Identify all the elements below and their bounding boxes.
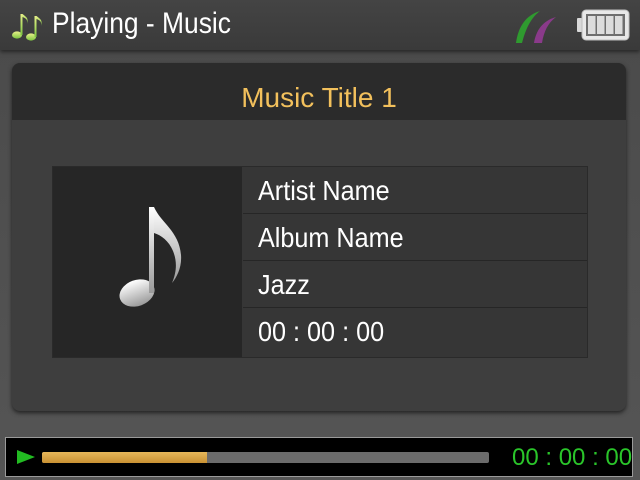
battery-full-icon (577, 9, 630, 41)
playback-bar: 00 : 00 : 00 (5, 437, 633, 477)
page-title: Playing - Music (52, 7, 231, 40)
elapsed-time: 00 : 00 : 00 (512, 444, 633, 471)
artist-name: Artist Name (258, 175, 390, 206)
track-details: Artist Name Album Name Jazz 00 : 00 : 00 (243, 167, 587, 357)
genre: Jazz (258, 269, 310, 300)
album-name: Album Name (258, 222, 404, 253)
track-duration: 00 : 00 : 00 (258, 316, 385, 347)
album-row: Album Name (243, 214, 587, 261)
progress-fill (42, 452, 208, 463)
genre-row: Jazz (243, 261, 587, 308)
header-bar: Playing - Music (0, 0, 640, 50)
track-info-block: Artist Name Album Name Jazz 00 : 00 : 00 (52, 166, 588, 358)
track-title: Music Title 1 (241, 82, 397, 113)
album-art (53, 167, 242, 357)
artist-row: Artist Name (243, 167, 587, 214)
music-note-icon (119, 207, 182, 307)
duration-row: 00 : 00 : 00 (243, 308, 587, 357)
track-title-bar: Music Title 1 (12, 63, 626, 120)
now-playing-panel: Music Title 1 Artist Name Album Name Jaz… (12, 63, 626, 411)
music-notes-icon (12, 14, 42, 41)
progress-bar[interactable] (42, 452, 489, 463)
brand-leaf-icon (516, 11, 556, 43)
play-icon[interactable] (16, 450, 36, 464)
